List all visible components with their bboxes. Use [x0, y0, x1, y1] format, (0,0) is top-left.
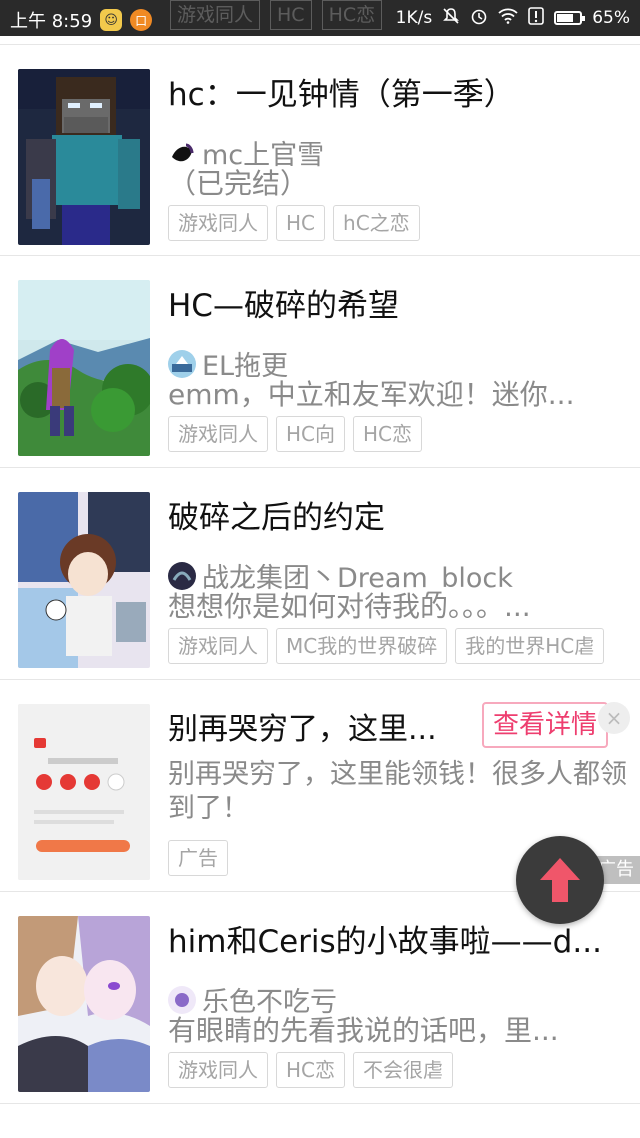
story-list: hc：一见钟情（第一季） mc上官雪 （已完结） 游戏同人 HC hC之恋 HC… [0, 44, 640, 1104]
tag[interactable]: HC [276, 205, 326, 241]
tag-list: 游戏同人 HC hC之恋 [168, 205, 420, 241]
author-avatar [168, 985, 196, 1014]
story-cover [18, 69, 150, 245]
ad-desc: 别再哭穷了，这里能领钱！很多人都领到了！ [168, 759, 627, 824]
story-desc: 有眼睛的先看我说的话吧，里... [168, 1014, 559, 1047]
story-desc: emm，中立和友军欢迎！迷你... [168, 378, 575, 411]
ad-title[interactable]: 别再哭穷了，这里... [168, 708, 437, 752]
sim-alert-icon [528, 7, 545, 29]
arrow-up-icon [540, 858, 580, 902]
story-title[interactable]: hc：一见钟情（第一季） [168, 73, 628, 117]
back-to-top-button[interactable] [516, 836, 604, 924]
app-notification-icon: ☺ [100, 9, 123, 31]
story-item[interactable]: 破碎之后的约定 战龙集团丶Dream_block 想想你是如何对待我的。。。..… [0, 468, 640, 680]
status-time: 上午 8:59 [10, 11, 93, 32]
network-speed: 1K/s [395, 8, 433, 28]
battery-icon [554, 11, 586, 25]
tag[interactable]: 游戏同人 [168, 416, 268, 452]
battery-fill [557, 14, 573, 22]
ad-cover [18, 704, 150, 880]
story-desc: 想想你是如何对待我的。。。... [168, 590, 531, 623]
story-item[interactable]: HC—破碎的希望 EL拖更 emm，中立和友军欢迎！迷你... 游戏同人 HC向… [0, 256, 640, 468]
story-cover [18, 916, 150, 1092]
tag[interactable]: 不会很虐 [353, 1052, 454, 1088]
author-avatar [168, 561, 196, 590]
story-item[interactable]: hc：一见钟情（第一季） mc上官雪 （已完结） 游戏同人 HC hC之恋 [0, 44, 640, 256]
mute-icon [442, 7, 460, 29]
tag-list: 游戏同人 HC恋 不会很虐 [168, 1052, 454, 1088]
author-avatar [168, 349, 196, 378]
close-icon[interactable]: × [598, 702, 630, 734]
battery-percent: 65% [592, 8, 630, 28]
tag[interactable]: hC之恋 [333, 205, 420, 241]
tag-list: 游戏同人 HC向 HC恋 [168, 416, 423, 452]
tag[interactable]: 游戏同人 [168, 628, 268, 664]
story-title[interactable]: HC—破碎的希望 [168, 284, 628, 328]
alarm-icon [470, 7, 488, 29]
status-bar: 游戏同人 HC HC恋 上午 8:59 ☺ 口 1K/s 65% [0, 0, 640, 36]
tag[interactable]: HC向 [276, 416, 346, 452]
story-title[interactable]: 破碎之后的约定 [168, 496, 628, 540]
tag[interactable]: HC恋 [353, 416, 423, 452]
story-desc: （已完结） [168, 167, 309, 200]
ghost-tag: HC恋 [321, 0, 383, 30]
app-notification-icon-2: 口 [130, 9, 153, 31]
tag[interactable]: 我的世界HC虐 [455, 628, 605, 664]
story-title[interactable]: him和Ceris的小故事啦——d... [168, 920, 628, 964]
author-avatar [168, 138, 196, 167]
tag[interactable]: HC恋 [276, 1052, 346, 1088]
tag[interactable]: MC我的世界破碎 [276, 628, 448, 664]
wifi-icon [498, 8, 518, 28]
ghost-tags: 游戏同人 HC HC恋 [170, 0, 383, 30]
story-cover [18, 280, 150, 456]
ghost-tag: HC [270, 0, 312, 30]
tag[interactable]: 游戏同人 [168, 205, 268, 241]
tag[interactable]: 游戏同人 [168, 1052, 268, 1088]
story-cover [18, 492, 150, 668]
ghost-tag: 游戏同人 [170, 0, 261, 30]
view-details-button[interactable]: 查看详情 [482, 702, 608, 748]
tag-list: 游戏同人 MC我的世界破碎 我的世界HC虐 [168, 628, 605, 664]
ad-tag: 广告 [168, 840, 228, 876]
